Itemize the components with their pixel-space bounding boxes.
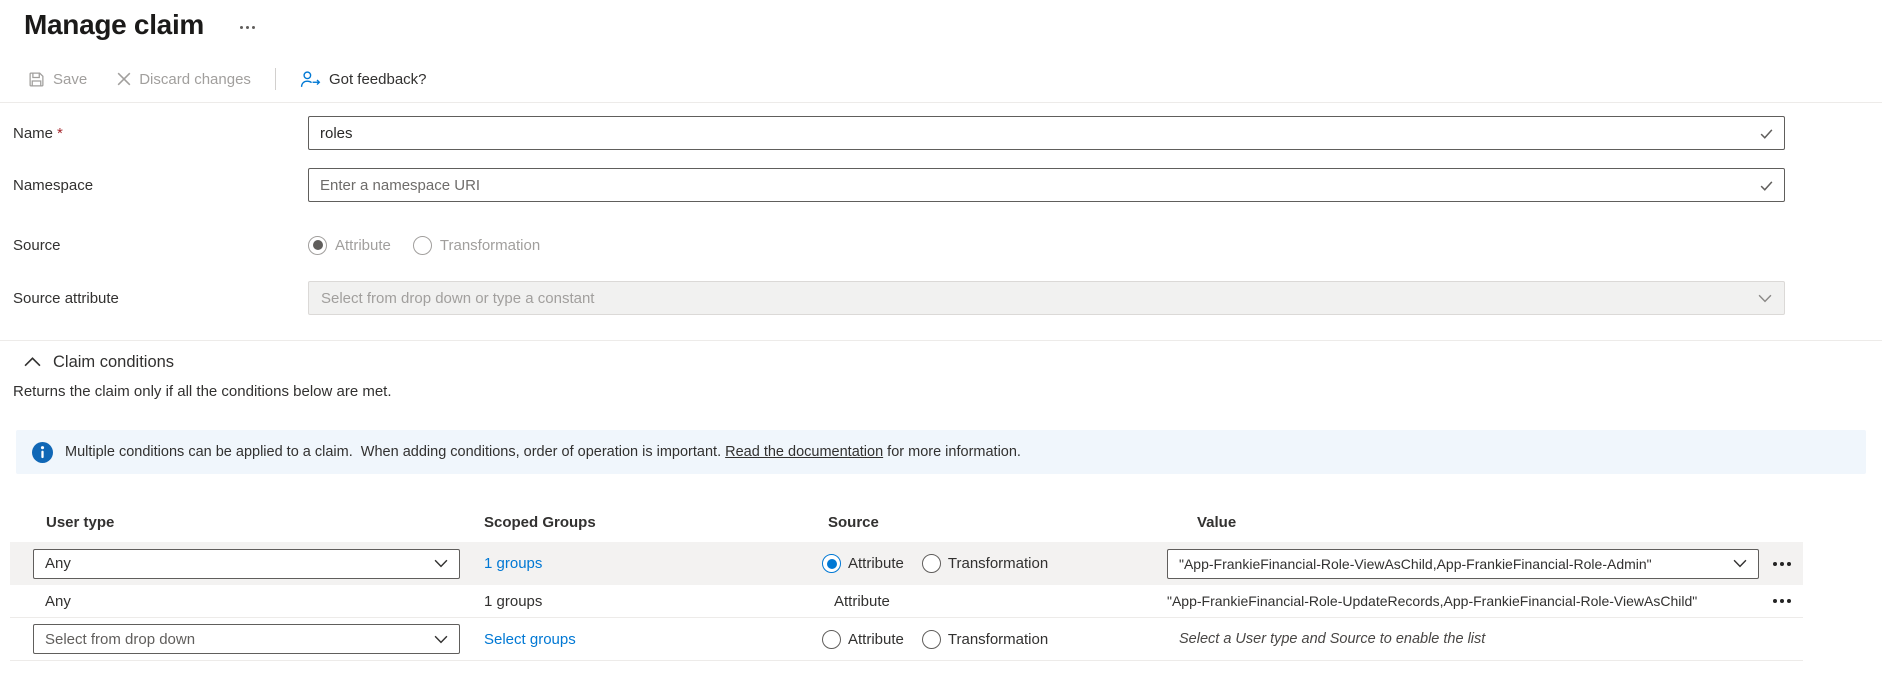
name-input[interactable] (308, 116, 1785, 150)
transformation-radio-label: Transformation (948, 555, 1048, 572)
attribute-radio-label: Attribute (848, 631, 904, 648)
radio-unselected-icon (922, 630, 941, 649)
source-attribute-placeholder: Select from drop down or type a constant (321, 290, 1758, 307)
name-label: Name* (13, 125, 308, 142)
value-dropdown[interactable]: "App-FrankieFinancial-Role-ViewAsChild,A… (1167, 549, 1759, 579)
page-header: Manage claim (0, 0, 1882, 48)
source-attribute-field-row: Source attribute Select from drop down o… (0, 281, 1882, 315)
value-text: "App-FrankieFinancial-Role-ViewAsChild,A… (1179, 556, 1733, 572)
banner-text-before: Multiple conditions can be applied to a … (65, 444, 725, 460)
conditions-table: User type Scoped Groups Source Value Any… (10, 512, 1803, 661)
row-attribute-radio[interactable]: Attribute (822, 630, 904, 649)
source-attribute-radio[interactable]: Attribute (308, 236, 391, 255)
discard-changes-button[interactable]: Discard changes (109, 66, 259, 93)
value-text: "App-FrankieFinancial-Role-UpdateRecords… (1167, 593, 1759, 609)
row-menu-button[interactable] (1767, 550, 1797, 578)
value-hint: Select a User type and Source to enable … (1167, 631, 1797, 647)
claim-conditions-title: Claim conditions (53, 353, 174, 372)
table-row: Select from drop down Select groups Attr… (10, 618, 1803, 661)
row-menu-button[interactable] (1767, 587, 1797, 615)
source-attribute-label: Source attribute (13, 290, 308, 307)
close-icon (117, 72, 131, 86)
ellipsis-icon (1780, 599, 1784, 603)
source-value: Attribute (822, 593, 1167, 610)
namespace-label: Namespace (13, 177, 308, 194)
info-icon (32, 442, 53, 463)
radio-unselected-icon (822, 630, 841, 649)
user-type-value: Any (45, 555, 434, 572)
toolbar-separator (275, 68, 276, 90)
column-header-user-type: User type (33, 514, 484, 531)
source-transformation-radio[interactable]: Transformation (413, 236, 540, 255)
save-icon (28, 71, 45, 88)
claim-conditions-toggle[interactable]: Claim conditions (24, 350, 1882, 374)
command-bar: Save Discard changes Got feedback? (20, 62, 1882, 96)
required-asterisk: * (57, 125, 63, 142)
radio-unselected-icon (922, 554, 941, 573)
row-attribute-radio[interactable]: Attribute (822, 554, 904, 573)
namespace-input[interactable] (308, 168, 1785, 202)
banner-text-after: for more information. (883, 444, 1021, 460)
row-transformation-radio[interactable]: Transformation (922, 630, 1048, 649)
transformation-radio-label: Transformation (440, 237, 540, 254)
namespace-field-row: Namespace (0, 168, 1882, 202)
user-type-value: Any (33, 593, 484, 610)
user-type-dropdown[interactable]: Select from drop down (33, 624, 460, 654)
radio-selected-icon (822, 554, 841, 573)
save-label: Save (53, 71, 87, 88)
valid-check-icon (1759, 126, 1774, 141)
table-row: Any 1 groups Attribute "App-FrankieFinan… (10, 585, 1803, 618)
radio-unselected-icon (413, 236, 432, 255)
chevron-up-icon (24, 357, 41, 367)
scoped-groups-link[interactable]: 1 groups (484, 555, 542, 572)
radio-selected-icon (308, 236, 327, 255)
source-attribute-combobox[interactable]: Select from drop down or type a constant (308, 281, 1785, 315)
row-transformation-radio[interactable]: Transformation (922, 554, 1048, 573)
table-row: Any 1 groups Attribute Transformation "A… (10, 542, 1803, 585)
attribute-radio-label: Attribute (848, 555, 904, 572)
section-divider (0, 340, 1882, 341)
feedback-person-icon (300, 70, 321, 88)
column-header-scoped-groups: Scoped Groups (484, 514, 822, 531)
user-type-placeholder: Select from drop down (45, 631, 434, 648)
discard-changes-label: Discard changes (139, 71, 251, 88)
got-feedback-label: Got feedback? (329, 71, 427, 88)
table-header-row: User type Scoped Groups Source Value (10, 512, 1803, 532)
more-commands-button[interactable] (234, 22, 261, 33)
chevron-down-icon (1733, 559, 1747, 568)
chevron-down-icon (434, 559, 448, 568)
info-banner: Multiple conditions can be applied to a … (16, 430, 1866, 474)
user-type-dropdown[interactable]: Any (33, 549, 460, 579)
source-label: Source (13, 237, 308, 254)
valid-check-icon (1759, 178, 1774, 193)
save-button[interactable]: Save (20, 66, 95, 93)
attribute-radio-label: Attribute (335, 237, 391, 254)
source-field-row: Source Attribute Transformation (0, 234, 1882, 256)
column-header-source: Source (822, 514, 1167, 531)
page-title: Manage claim (24, 6, 204, 44)
chevron-down-icon (1758, 294, 1772, 303)
read-documentation-link[interactable]: Read the documentation (725, 444, 883, 460)
name-field-row: Name* (0, 116, 1882, 150)
claim-conditions-description: Returns the claim only if all the condit… (13, 383, 1882, 400)
got-feedback-button[interactable]: Got feedback? (292, 65, 435, 93)
ellipsis-icon (1780, 562, 1784, 566)
transformation-radio-label: Transformation (948, 631, 1048, 648)
chevron-down-icon (434, 635, 448, 644)
select-groups-link[interactable]: Select groups (484, 631, 576, 648)
column-header-value: Value (1167, 514, 1797, 531)
toolbar-divider (0, 102, 1882, 103)
scoped-groups-value: 1 groups (484, 593, 822, 610)
more-icon (246, 26, 249, 29)
